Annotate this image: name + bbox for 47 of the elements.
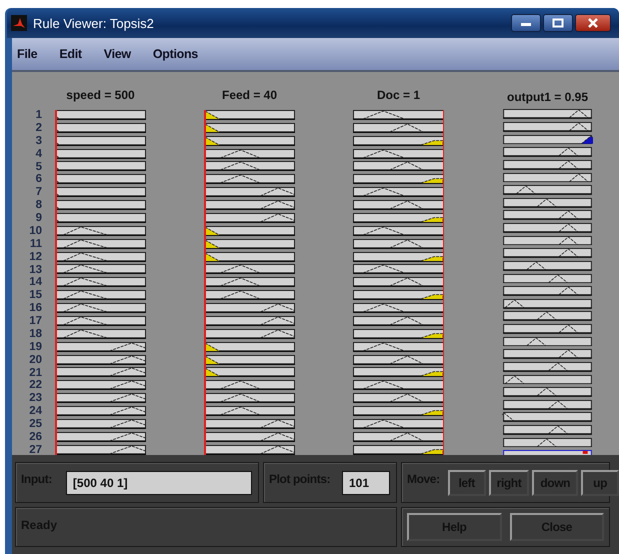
rule-number: 4 [36, 148, 42, 159]
rule-number: 10 [29, 226, 42, 236]
rule-number: 21 [29, 368, 42, 378]
rule-number: 7 [36, 187, 42, 198]
variable-title: output1 = 0.95 [506, 89, 590, 106]
input-field[interactable]: [500 40 1] [66, 470, 252, 494]
rule-number: 1 [36, 110, 42, 120]
variable-title: Feed = 40 [220, 86, 278, 104]
maximize-button[interactable] [543, 14, 573, 32]
rule-number: 27 [29, 444, 42, 455]
rule-number: 24 [29, 406, 42, 416]
menu-item[interactable]: Options [152, 47, 198, 61]
rule-number: 19 [29, 342, 42, 352]
menu-item[interactable]: View [104, 47, 131, 61]
input-marker-line[interactable] [442, 110, 444, 455]
input-marker-line[interactable] [204, 110, 206, 455]
rule-number: 13 [29, 264, 42, 274]
rule-number: 12 [29, 252, 42, 262]
rule-number: 17 [29, 316, 42, 326]
rule-number: 6 [36, 174, 42, 184]
rule-number: 16 [29, 303, 42, 314]
rule-number: 23 [29, 393, 42, 404]
rule-number: 18 [29, 328, 42, 339]
variable-title: speed = 500 [65, 86, 136, 104]
plot-points-field[interactable]: 101 [342, 470, 390, 494]
minimize-button[interactable] [511, 14, 541, 32]
window-title: Rule Viewer: Topsis2 [33, 16, 155, 30]
rule-number: 15 [29, 290, 42, 300]
rule-number: 14 [29, 277, 42, 288]
maximize-icon [552, 18, 564, 28]
rule-number: 2 [36, 122, 42, 133]
rule-number: 25 [29, 419, 42, 429]
rule-number: 11 [30, 238, 42, 249]
rule-number: 26 [29, 432, 42, 442]
rule-number: 8 [36, 200, 42, 210]
rule-number: 20 [29, 354, 42, 365]
rule-number: 5 [36, 162, 42, 172]
rule-number: 9 [36, 213, 42, 223]
app-icon [11, 15, 27, 31]
close-button[interactable] [575, 14, 611, 32]
close-icon [587, 18, 599, 28]
menu-item[interactable]: Edit [59, 47, 82, 61]
rule-number: 22 [29, 380, 42, 390]
input-marker-line[interactable] [55, 110, 56, 455]
menu-item[interactable]: File [17, 47, 38, 61]
rule-number: 3 [36, 136, 42, 146]
variable-title: Doc = 1 [376, 86, 422, 104]
